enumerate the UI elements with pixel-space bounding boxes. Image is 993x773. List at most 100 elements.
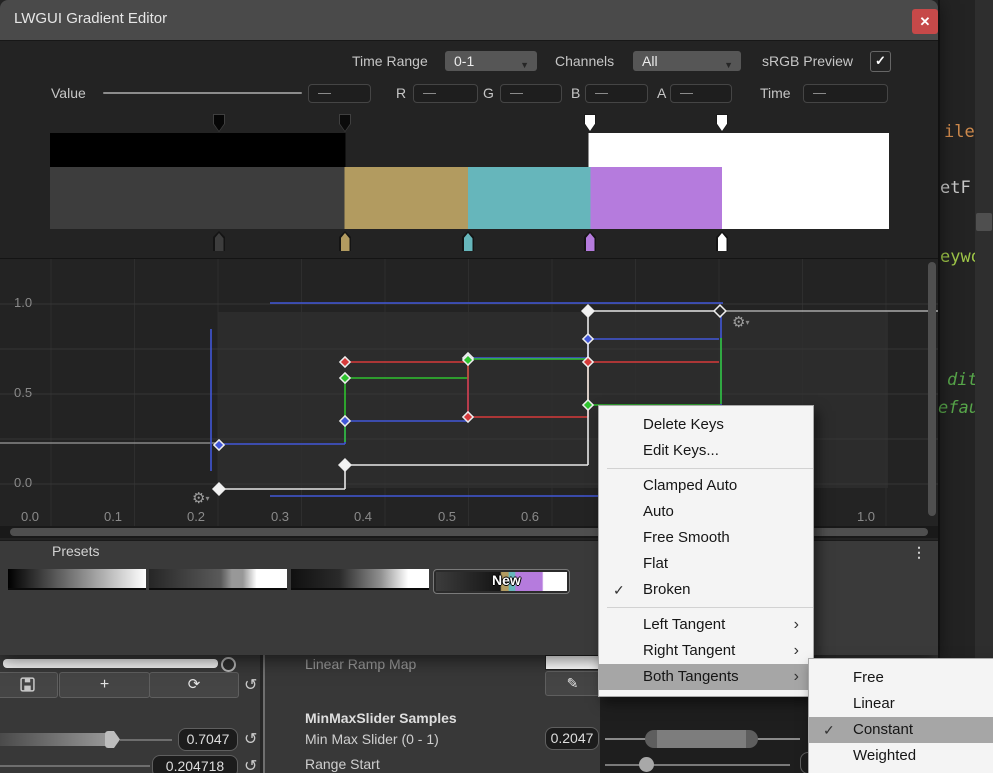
gear-caret-icon: ▾ (205, 494, 209, 503)
chevron-down-icon: ▼ (520, 55, 529, 75)
ramp-slider-track[interactable] (120, 739, 172, 741)
g-label: G (483, 85, 494, 101)
menu-item-edit-keys[interactable]: Edit Keys... (599, 438, 813, 464)
menu-item-clamped-auto[interactable]: Clamped Auto (599, 473, 813, 499)
ramp-slider-fill[interactable] (0, 733, 112, 746)
menu-item-both-tangents[interactable]: Both Tangents › (599, 664, 813, 690)
x-axis-tick: 0.5 (438, 509, 456, 524)
code-scrollbar-thumb[interactable] (976, 213, 992, 231)
menu-item-label: Delete Keys (643, 416, 724, 433)
channels-label: Channels (555, 53, 614, 69)
r-label: R (396, 85, 406, 101)
edit-ramp-button[interactable]: ✎ (545, 671, 600, 696)
menu-item-label: Both Tangents (643, 668, 739, 685)
x-axis-tick: 0.0 (21, 509, 39, 524)
submenu-item-free[interactable]: Free (809, 665, 993, 691)
b-field[interactable]: — (585, 84, 648, 103)
value2-field[interactable]: 0.204718 (152, 755, 238, 773)
menu-item-label: Constant (853, 721, 913, 738)
gear-glyph: ⚙ (732, 314, 745, 331)
code-text-fragment: etF (940, 178, 971, 198)
r-field[interactable]: — (413, 84, 478, 103)
check-icon: ✓ (823, 717, 835, 743)
menu-item-label: Free (853, 669, 884, 686)
kebab-menu-icon[interactable]: ⋮ (912, 544, 926, 561)
y-axis-tick: 1.0 (14, 295, 32, 310)
menu-item-label: Clamped Auto (643, 477, 737, 494)
code-text-fragment: efau (938, 398, 979, 418)
color-circle-icon[interactable] (221, 657, 236, 672)
curve-vscrollbar-thumb[interactable] (928, 262, 936, 516)
y-axis-tick: 0.5 (14, 385, 32, 400)
gear-icon[interactable]: ⚙▾ (192, 489, 209, 507)
check-icon: ✓ (613, 577, 625, 603)
undo-icon-2[interactable]: ↺ (244, 729, 257, 749)
menu-item-label: Free Smooth (643, 529, 730, 546)
menu-item-auto[interactable]: Auto (599, 499, 813, 525)
b-label: B (571, 85, 580, 101)
time-range-dropdown[interactable]: 0-1 ▼ (445, 51, 537, 71)
menu-item-broken[interactable]: ✓Broken (599, 577, 813, 603)
preset-new-swatch[interactable]: New (433, 569, 570, 594)
menu-item-label: Weighted (853, 747, 916, 764)
preset-swatch[interactable] (149, 569, 287, 590)
submenu-arrow-icon: › (794, 612, 799, 637)
menu-item-label: Edit Keys... (643, 442, 719, 459)
submenu-item-linear[interactable]: Linear (809, 691, 993, 717)
preset-swatch[interactable] (291, 569, 429, 590)
range-start-label: Range Start (305, 756, 380, 772)
channels-dropdown[interactable]: All ▼ (633, 51, 741, 71)
menu-item-label: Flat (643, 555, 668, 572)
chevron-down-icon: ▼ (724, 55, 733, 75)
context-menu: Delete Keys Edit Keys... Clamped Auto Auto F… (598, 405, 814, 697)
menu-item-flat[interactable]: Flat (599, 551, 813, 577)
ramp-texture-swatch[interactable] (545, 655, 600, 670)
marker-fill (586, 233, 595, 251)
submenu-arrow-icon: › (794, 664, 799, 689)
range-start-track[interactable] (605, 764, 790, 766)
menu-item-right-tangent[interactable]: Right Tangent› (599, 638, 813, 664)
gear-icon[interactable]: ⚙▾ (732, 313, 749, 331)
menu-item-left-tangent[interactable]: Left Tangent › (599, 612, 813, 638)
panel-splitter-highlight (263, 655, 265, 773)
save-preset-button[interactable] (0, 672, 58, 698)
time-field[interactable]: — (803, 84, 888, 103)
row2-slider-track[interactable] (0, 765, 150, 767)
x-axis-tick: 0.2 (187, 509, 205, 524)
gradient-alpha-preview[interactable] (50, 133, 889, 167)
value1-field[interactable]: 0.7047 (178, 728, 238, 751)
value-slider[interactable] (103, 92, 302, 94)
undo-icon-3[interactable]: ↺ (244, 756, 257, 773)
screen: ileNetFeywoditefau + ⟳ ↺ 0.7047 ↺ 0.2047… (0, 0, 993, 773)
preset-swatch[interactable] (8, 569, 146, 590)
add-preset-button[interactable]: + (59, 672, 150, 698)
range-start-thumb[interactable] (639, 757, 654, 772)
preset-new-label: New (492, 572, 521, 588)
gradient-color-preview[interactable] (50, 167, 889, 229)
gear-glyph: ⚙ (192, 490, 205, 507)
y-axis-tick: 0.0 (14, 475, 32, 490)
minmax-value-field[interactable]: 0.2047 (545, 727, 599, 750)
submenu-item-weighted[interactable]: Weighted (809, 743, 993, 769)
ramp-preview-bar (3, 659, 218, 668)
submenu-item-constant[interactable]: ✓ Constant (809, 717, 993, 743)
refresh-presets-button[interactable]: ⟳ (149, 672, 239, 698)
tangent-submenu: Free Linear✓ Constant Weighted (808, 658, 993, 773)
a-field[interactable]: — (670, 84, 732, 103)
menu-item-delete-keys[interactable]: Delete Keys (599, 412, 813, 438)
undo-icon-1[interactable]: ↺ (244, 675, 257, 695)
g-field[interactable]: — (500, 84, 562, 103)
code-text-fragment: dit (947, 370, 978, 390)
minmax-header: MinMaxSlider Samples (305, 710, 457, 726)
menu-item-label: Left Tangent (643, 616, 725, 633)
minmax-slider-range[interactable] (645, 730, 758, 748)
submenu-arrow-icon: › (794, 638, 799, 663)
time-range-label: Time Range (352, 53, 428, 69)
ramp-map-label: Linear Ramp Map (305, 656, 416, 672)
save-icon (20, 679, 35, 696)
value-field[interactable]: — (308, 84, 371, 103)
close-button[interactable]: ✕ (912, 9, 938, 34)
time-label: Time (760, 85, 791, 101)
srgb-preview-checkbox[interactable]: ✓ (870, 51, 891, 72)
menu-item-free-smooth[interactable]: Free Smooth (599, 525, 813, 551)
